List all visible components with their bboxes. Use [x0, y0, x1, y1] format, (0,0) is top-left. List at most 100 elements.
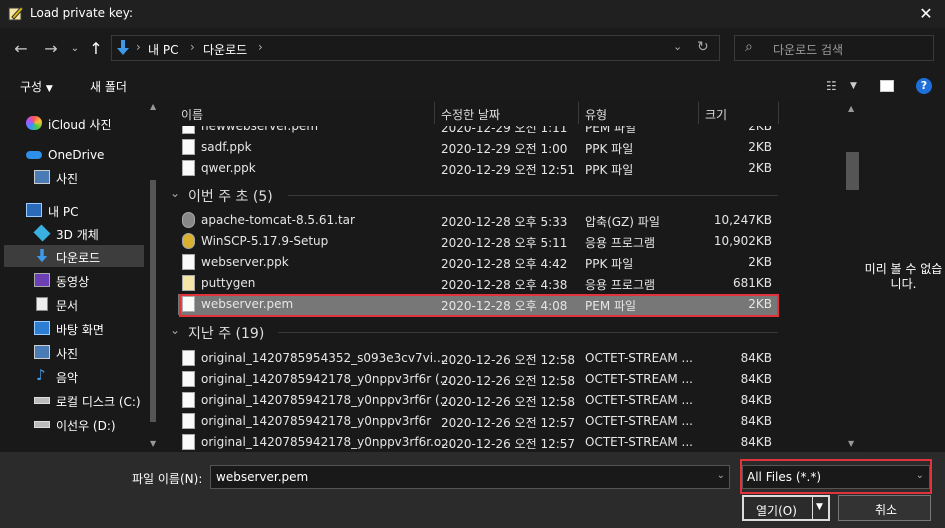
refresh-icon[interactable]: ↻ [697, 39, 709, 55]
sidebar-item-music[interactable]: ♪ 음악 [4, 365, 144, 387]
file-icon [182, 160, 195, 176]
file-type: OCTET-STREAM ... [585, 393, 693, 407]
filename-label: 파일 이름(N): [132, 472, 203, 486]
scroll-down-icon[interactable]: ▼ [848, 439, 854, 448]
help-icon[interactable]: ? [916, 78, 932, 94]
scrollbar-thumb[interactable] [150, 180, 156, 422]
file-icon [182, 371, 195, 387]
group-header-last-week[interactable]: ⌄ 지난 주 (19) [168, 321, 778, 343]
breadcrumb-this-pc[interactable]: 내 PC [148, 41, 178, 58]
window-title: Load private key: [30, 6, 134, 20]
file-name: original_1420785954352_s093e3cv7vi.... [201, 351, 449, 365]
breadcrumb-separator-icon: › [190, 40, 195, 54]
file-name: original_1420785942178_y0nppv3rf6r (... [201, 393, 452, 407]
open-button[interactable]: 열기(O) ▼ [742, 495, 830, 521]
organize-button[interactable]: 구성 ▼ [20, 78, 53, 95]
open-button-label: 열기(O) [756, 504, 797, 518]
column-name[interactable]: 이름 [181, 106, 203, 123]
file-list-scrollbar[interactable]: ▲ ▼ [844, 102, 861, 452]
file-type: PPK 파일 [585, 257, 634, 271]
group-header-this-week[interactable]: ⌄ 이번 주 초 (5) [168, 184, 778, 206]
sidebar-item-onedrive-photos[interactable]: 사진 [4, 166, 144, 188]
column-divider[interactable] [434, 102, 435, 124]
up-button[interactable]: ↑ [85, 38, 107, 60]
sidebar-item-documents[interactable]: 문서 [4, 293, 144, 315]
onedrive-icon [26, 151, 42, 159]
navigation-pane: iCloud 사진 OneDrive 사진 내 PC 3D 개체 다운로드 동영… [4, 102, 156, 452]
sidebar-item-drive-c[interactable]: 로컬 디스크 (C:) [4, 389, 144, 411]
new-folder-button[interactable]: 새 폴더 [90, 78, 127, 95]
file-row[interactable]: original_1420785954352_s093e3cv7vi.... 2… [178, 348, 778, 369]
file-row[interactable]: apache-tomcat-8.5.61.tar 2020-12-28 오후 5… [178, 210, 778, 231]
sidebar-item-onedrive[interactable]: OneDrive [4, 144, 144, 166]
file-icon [182, 139, 195, 155]
file-size: 2KB [748, 255, 772, 269]
file-icon [182, 254, 195, 270]
file-row[interactable]: qwer.ppk 2020-12-29 오전 12:51 PPK 파일 2KB [178, 158, 778, 179]
address-bar[interactable]: › 내 PC › 다운로드 › ⌄ ↻ [111, 35, 720, 61]
file-row[interactable]: original_1420785942178_y0nppv3rf6r (... … [178, 369, 778, 390]
preview-pane-icon[interactable] [880, 80, 894, 92]
cancel-button[interactable]: 취소 [838, 495, 931, 521]
sidebar-item-icloud-photos[interactable]: iCloud 사진 [4, 112, 144, 134]
file-size: 681KB [732, 276, 772, 290]
column-divider[interactable] [578, 102, 579, 124]
icloud-photos-icon [26, 116, 42, 130]
file-name: qwer.ppk [201, 161, 256, 175]
file-name: original_1420785942178_y0nppv3rf6r.o... [201, 435, 453, 449]
search-placeholder: 다운로드 검색 [773, 43, 844, 57]
drive-c-icon [34, 397, 50, 404]
group-divider [288, 195, 778, 196]
3d-objects-icon [33, 224, 51, 242]
forward-button[interactable]: → [40, 38, 62, 60]
search-input[interactable]: ⌕ 다운로드 검색 [734, 35, 934, 61]
sidebar-item-downloads[interactable]: 다운로드 [4, 245, 144, 267]
archive-gz-icon [182, 212, 195, 228]
scrollbar-thumb[interactable] [846, 152, 859, 190]
up-arrow-icon: ↑ [89, 39, 103, 58]
chevron-down-icon[interactable]: ▼ [816, 502, 823, 512]
breadcrumb-downloads[interactable]: 다운로드 [203, 41, 247, 58]
sidebar-item-desktop[interactable]: 바탕 화면 [4, 317, 144, 339]
chevron-down-icon[interactable]: ⌄ [717, 470, 725, 481]
scroll-down-icon[interactable]: ▼ [150, 439, 156, 448]
recent-locations-button[interactable]: ⌄ [64, 38, 86, 60]
address-dropdown-icon[interactable]: ⌄ [673, 40, 682, 53]
organize-label: 구성 [20, 80, 43, 94]
sidebar-item-this-pc[interactable]: 내 PC [4, 199, 144, 221]
command-bar: 구성 ▼ 새 폴더 ☷ ▼ ? [0, 70, 945, 102]
close-button[interactable]: ✕ [913, 2, 939, 26]
file-row[interactable]: original_1420785942178_y0nppv3rf6r (... … [178, 390, 778, 411]
scroll-up-icon[interactable]: ▲ [848, 104, 854, 113]
puttygen-icon [182, 275, 195, 291]
file-type: 압축(GZ) 파일 [585, 215, 660, 229]
column-type[interactable]: 유형 [585, 106, 607, 123]
sidebar-item-pictures[interactable]: 사진 [4, 341, 144, 363]
sidebar-item-drive-d[interactable]: 이선우 (D:) [4, 413, 144, 435]
filename-field[interactable]: webserver.pem ⌄ [210, 465, 730, 489]
sidebar-item-3d-objects[interactable]: 3D 개체 [4, 222, 144, 244]
file-date: 2020-12-26 오전 12:58 [441, 395, 576, 409]
file-row[interactable]: puttygen 2020-12-28 오후 4:38 응용 프로그램 681K… [178, 273, 778, 294]
scroll-up-icon[interactable]: ▲ [150, 102, 156, 111]
back-button[interactable]: ← [10, 38, 32, 60]
sidebar-item-videos[interactable]: 동영상 [4, 269, 144, 291]
file-date: 2020-12-26 오전 12:58 [441, 353, 576, 367]
file-row[interactable]: original_1420785942178_y0nppv3rf6r 2020-… [178, 411, 778, 432]
file-icon [182, 350, 195, 366]
chevron-down-icon[interactable]: ▼ [850, 81, 857, 91]
search-icon: ⌕ [745, 39, 753, 55]
column-divider[interactable] [778, 102, 779, 124]
file-row[interactable]: sadf.ppk 2020-12-29 오전 1:00 PPK 파일 2KB [178, 137, 778, 158]
filename-value: webserver.pem [216, 470, 309, 484]
file-row[interactable]: original_1420785942178_y0nppv3rf6r.o... … [178, 432, 778, 452]
column-divider[interactable] [698, 102, 699, 124]
file-row[interactable]: webserver.ppk 2020-12-28 오후 4:42 PPK 파일 … [178, 252, 778, 273]
column-date[interactable]: 수정한 날짜 [441, 106, 500, 123]
file-size: 10,902KB [713, 234, 772, 248]
file-row[interactable]: WinSCP-5.17.9-Setup 2020-12-28 오후 5:11 응… [178, 231, 778, 252]
sidebar-scrollbar[interactable]: ▲ ▼ [148, 102, 156, 452]
view-options-icon[interactable]: ☷ [826, 79, 837, 93]
file-name: apache-tomcat-8.5.61.tar [201, 213, 355, 227]
column-size[interactable]: 크기 [705, 106, 727, 123]
